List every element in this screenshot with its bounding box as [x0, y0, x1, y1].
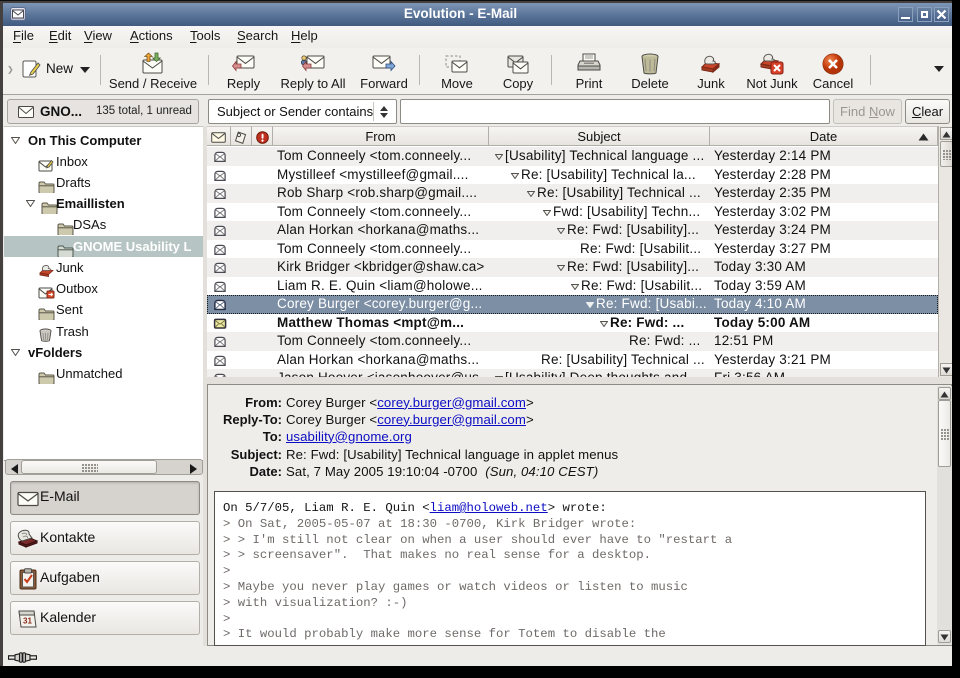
svg-text:31: 31	[23, 617, 32, 626]
